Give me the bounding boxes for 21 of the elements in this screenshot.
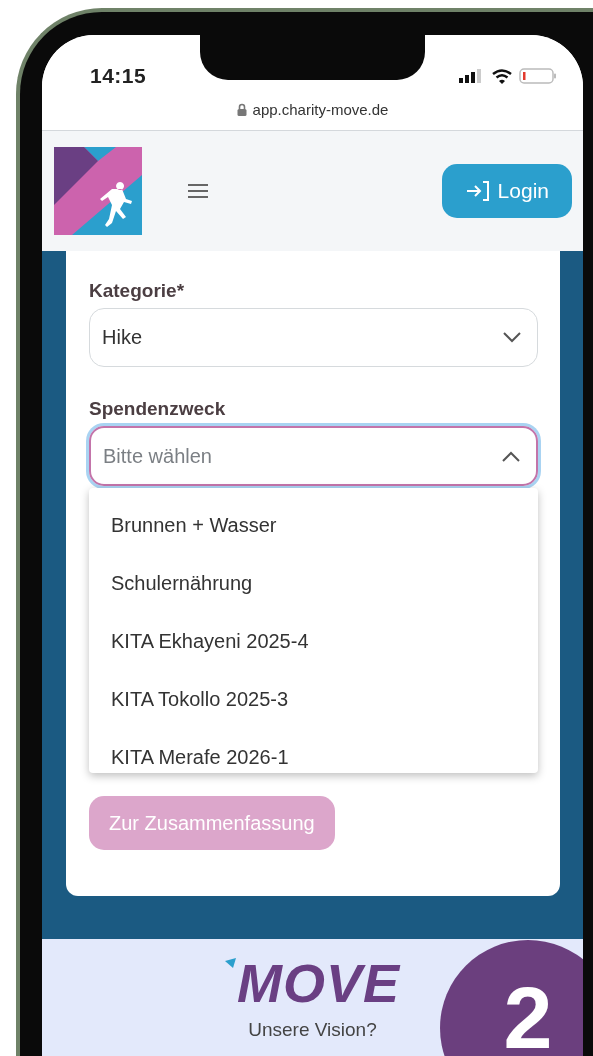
dropdown-option[interactable]: KITA Ekhayeni 2025-4 <box>111 629 309 653</box>
dropdown-option[interactable]: KITA Tokollo 2025-3 <box>111 687 289 711</box>
chevron-up-icon <box>502 450 520 462</box>
lock-icon <box>236 102 247 116</box>
dropdown-option[interactable]: Schulernährung <box>111 571 253 595</box>
chevron-down-icon <box>503 332 521 343</box>
clock-time: 14:15 <box>90 64 147 88</box>
dropdown-option[interactable]: KITA Merafe 2026-1 <box>111 745 289 769</box>
dropdown-option[interactable]: Brunnen + Wasser <box>111 513 277 537</box>
logo-mark-icon <box>225 958 237 968</box>
login-icon <box>465 181 490 201</box>
wifi-icon <box>492 68 512 84</box>
field-label: Spendenzweck <box>89 397 227 421</box>
url-text[interactable]: app.charity-move.de <box>252 100 389 118</box>
vision-link[interactable]: Unsere Vision? <box>248 1019 377 1041</box>
brand-logo: MOVE <box>237 955 400 1011</box>
select-field[interactable]: Hike <box>89 308 538 367</box>
menu-icon[interactable] <box>188 184 208 198</box>
field-label: Kategorie* <box>89 279 186 303</box>
battery-icon <box>519 68 557 84</box>
select-field[interactable]: Bitte wählen <box>89 426 538 486</box>
